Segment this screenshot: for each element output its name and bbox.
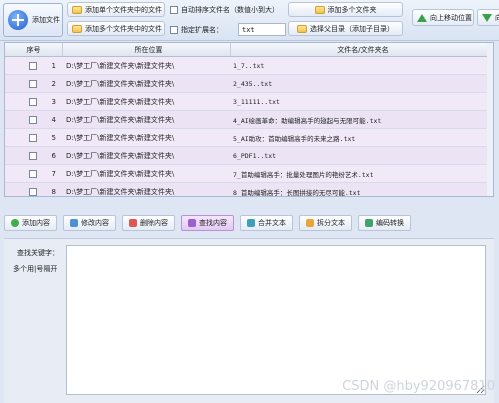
add-single-folder-button[interactable]: 添加单个文件夹中的文件 xyxy=(67,2,165,17)
specify-ext-checkbox[interactable]: 指定扩展名： xyxy=(170,25,223,35)
search-icon xyxy=(188,219,196,227)
add-icon xyxy=(11,219,19,227)
folder-icon xyxy=(72,5,82,14)
add-multi-folder-files-button[interactable]: 添加多个文件夹中的文件 xyxy=(67,21,165,36)
row-filename: 3_11111..txt xyxy=(233,97,280,106)
encoding-convert-button[interactable]: 编码转换 xyxy=(358,215,411,231)
table-row[interactable]: 3 D:\梦工厂\新建文件夹\新建文件夹\ 3_11111..txt xyxy=(5,93,493,111)
folder-icon xyxy=(72,24,82,33)
action-toolbar: 添加内容 修改内容 删除内容 查找内容 合并文本 拆分文本 编码转换 xyxy=(4,212,494,234)
delete-content-button[interactable]: 删除内容 xyxy=(122,215,175,231)
row-filename: 2_435..txt xyxy=(233,79,273,88)
add-content-button[interactable]: 添加内容 xyxy=(4,215,57,231)
plus-circle-icon xyxy=(8,10,28,30)
header-location[interactable]: 所在位置 xyxy=(63,43,231,56)
arrow-down-icon xyxy=(482,13,492,22)
modify-content-button[interactable]: 修改内容 xyxy=(63,215,116,231)
row-index-cell: 3 xyxy=(17,97,62,106)
checkbox-box[interactable] xyxy=(170,26,178,34)
row-index-cell: 7 xyxy=(17,169,62,178)
row-location: D:\梦工厂\新建文件夹\新建文件夹\ xyxy=(66,151,175,160)
row-checkbox[interactable] xyxy=(29,97,37,106)
row-checkbox[interactable] xyxy=(29,187,37,196)
folder-icon xyxy=(297,24,307,33)
split-text-button[interactable]: 拆分文本 xyxy=(299,215,352,231)
table-row[interactable]: 8 D:\梦工厂\新建文件夹\新建文件夹\ 8_首助编辑高手：长图拼接的无尽可能.t… xyxy=(5,183,493,197)
row-index: 8 xyxy=(51,187,56,196)
row-index: 1 xyxy=(51,61,56,70)
row-index-cell: 5 xyxy=(17,133,62,142)
row-location: D:\梦工厂\新建文件夹\新建文件夹\ xyxy=(66,97,175,106)
delete-icon xyxy=(129,219,137,227)
table-row[interactable]: 4 D:\梦工厂\新建文件夹\新建文件夹\ 4_AI绘画革命：助编辑高手的翅起与无限… xyxy=(5,111,493,129)
watermark: CSDN @hby920967810 xyxy=(342,379,495,394)
row-checkbox[interactable] xyxy=(29,61,37,70)
row-location: D:\梦工厂\新建文件夹\新建文件夹\ xyxy=(66,133,175,142)
row-index-cell: 1 xyxy=(17,61,62,70)
row-checkbox[interactable] xyxy=(29,79,37,88)
add-multiple-folders-button[interactable]: 添加多个文件夹 xyxy=(288,2,403,17)
separator-hint-label: 多个用|号隔开 xyxy=(13,265,58,273)
keyword-textarea[interactable] xyxy=(66,245,486,395)
folder-icon xyxy=(314,5,325,14)
find-content-button[interactable]: 查找内容 xyxy=(181,215,234,231)
split-icon xyxy=(306,219,314,227)
row-index-cell: 6 xyxy=(17,151,62,160)
row-checkbox[interactable] xyxy=(29,151,37,160)
header-index[interactable]: 序号 xyxy=(5,43,63,56)
row-index: 4 xyxy=(51,115,56,124)
row-index: 7 xyxy=(51,169,56,178)
table-row[interactable]: 1 D:\梦工厂\新建文件夹\新建文件夹\ 1_7..txt xyxy=(5,57,493,75)
row-location: D:\梦工厂\新建文件夹\新建文件夹\ xyxy=(66,187,175,196)
auto-sort-checkbox[interactable]: 自动排序文件名（数值小到大） xyxy=(170,5,279,15)
move-down-button[interactable]: 向 xyxy=(477,9,499,26)
row-location: D:\梦工厂\新建文件夹\新建文件夹\ xyxy=(66,169,175,178)
table-row[interactable]: 6 D:\梦工厂\新建文件夹\新建文件夹\ 6_PDF1..txt xyxy=(5,147,493,165)
header-filename[interactable]: 文件名/文件夹名 xyxy=(231,43,493,56)
row-filename: 6_PDF1..txt xyxy=(233,151,277,160)
table-row[interactable]: 5 D:\梦工厂\新建文件夹\新建文件夹\ 5_AI助攻：首助编辑高手的未来之路.t… xyxy=(5,129,493,147)
merge-text-button[interactable]: 合并文本 xyxy=(240,215,293,231)
extension-input[interactable] xyxy=(238,23,286,36)
row-filename: 7_首助编辑高手：批量处理图片的艳纷艺术.txt xyxy=(233,170,374,179)
row-location: D:\梦工厂\新建文件夹\新建文件夹\ xyxy=(66,79,175,88)
row-location: D:\梦工厂\新建文件夹\新建文件夹\ xyxy=(66,61,175,70)
select-parent-dir-button[interactable]: 选择父目录（添加子目录） xyxy=(288,21,403,36)
edit-icon xyxy=(70,219,78,227)
row-index-cell: 8 xyxy=(17,187,62,196)
encoding-icon xyxy=(365,219,373,227)
top-toolbar: 添加文件 添加单个文件夹中的文件 添加多个文件夹中的文件 自动排序文件名（数值小… xyxy=(0,0,499,41)
move-up-button[interactable]: 向上移动位置 xyxy=(412,9,474,26)
row-filename: 1_7..txt xyxy=(233,61,265,70)
row-index: 3 xyxy=(51,97,56,106)
arrow-up-icon xyxy=(417,13,427,22)
vertical-scrollbar[interactable] xyxy=(487,43,493,196)
row-index-cell: 4 xyxy=(17,115,62,124)
row-filename: 8_首助编辑高手：长图拼接的无尽可能.txt xyxy=(233,188,361,197)
row-checkbox[interactable] xyxy=(29,169,37,178)
row-index: 6 xyxy=(51,151,56,160)
table-body: 1 D:\梦工厂\新建文件夹\新建文件夹\ 1_7..txt 2 D:\梦工厂\新建文件… xyxy=(5,57,493,197)
row-location: D:\梦工厂\新建文件夹\新建文件夹\ xyxy=(66,115,175,124)
merge-icon xyxy=(247,219,255,227)
row-checkbox[interactable] xyxy=(29,133,37,142)
row-filename: 5_AI助攻：首助编辑高手的未来之路.txt xyxy=(233,134,356,143)
add-file-button[interactable]: 添加文件 xyxy=(3,3,63,37)
table-row[interactable]: 2 D:\梦工厂\新建文件夹\新建文件夹\ 2_435..txt xyxy=(5,75,493,93)
checkbox-box[interactable] xyxy=(170,6,178,14)
table-header: 序号 所在位置 文件名/文件夹名 xyxy=(5,43,493,57)
row-checkbox[interactable] xyxy=(29,115,37,124)
row-filename: 4_AI绘画革命：助编辑高手的翅起与无限可能.txt xyxy=(233,116,382,125)
row-index: 2 xyxy=(51,79,56,88)
row-index: 5 xyxy=(51,133,56,142)
table-row[interactable]: 7 D:\梦工厂\新建文件夹\新建文件夹\ 7_首助编辑高手：批量处理图片的艳纷艺术… xyxy=(5,165,493,183)
add-file-label: 添加文件 xyxy=(32,16,60,24)
keyword-label: 查找关键字： xyxy=(17,249,59,257)
row-index-cell: 2 xyxy=(17,79,62,88)
file-table: 序号 所在位置 文件名/文件夹名 1 D:\梦工厂\新建文件夹\新建文件夹\ 1_7… xyxy=(4,42,494,197)
